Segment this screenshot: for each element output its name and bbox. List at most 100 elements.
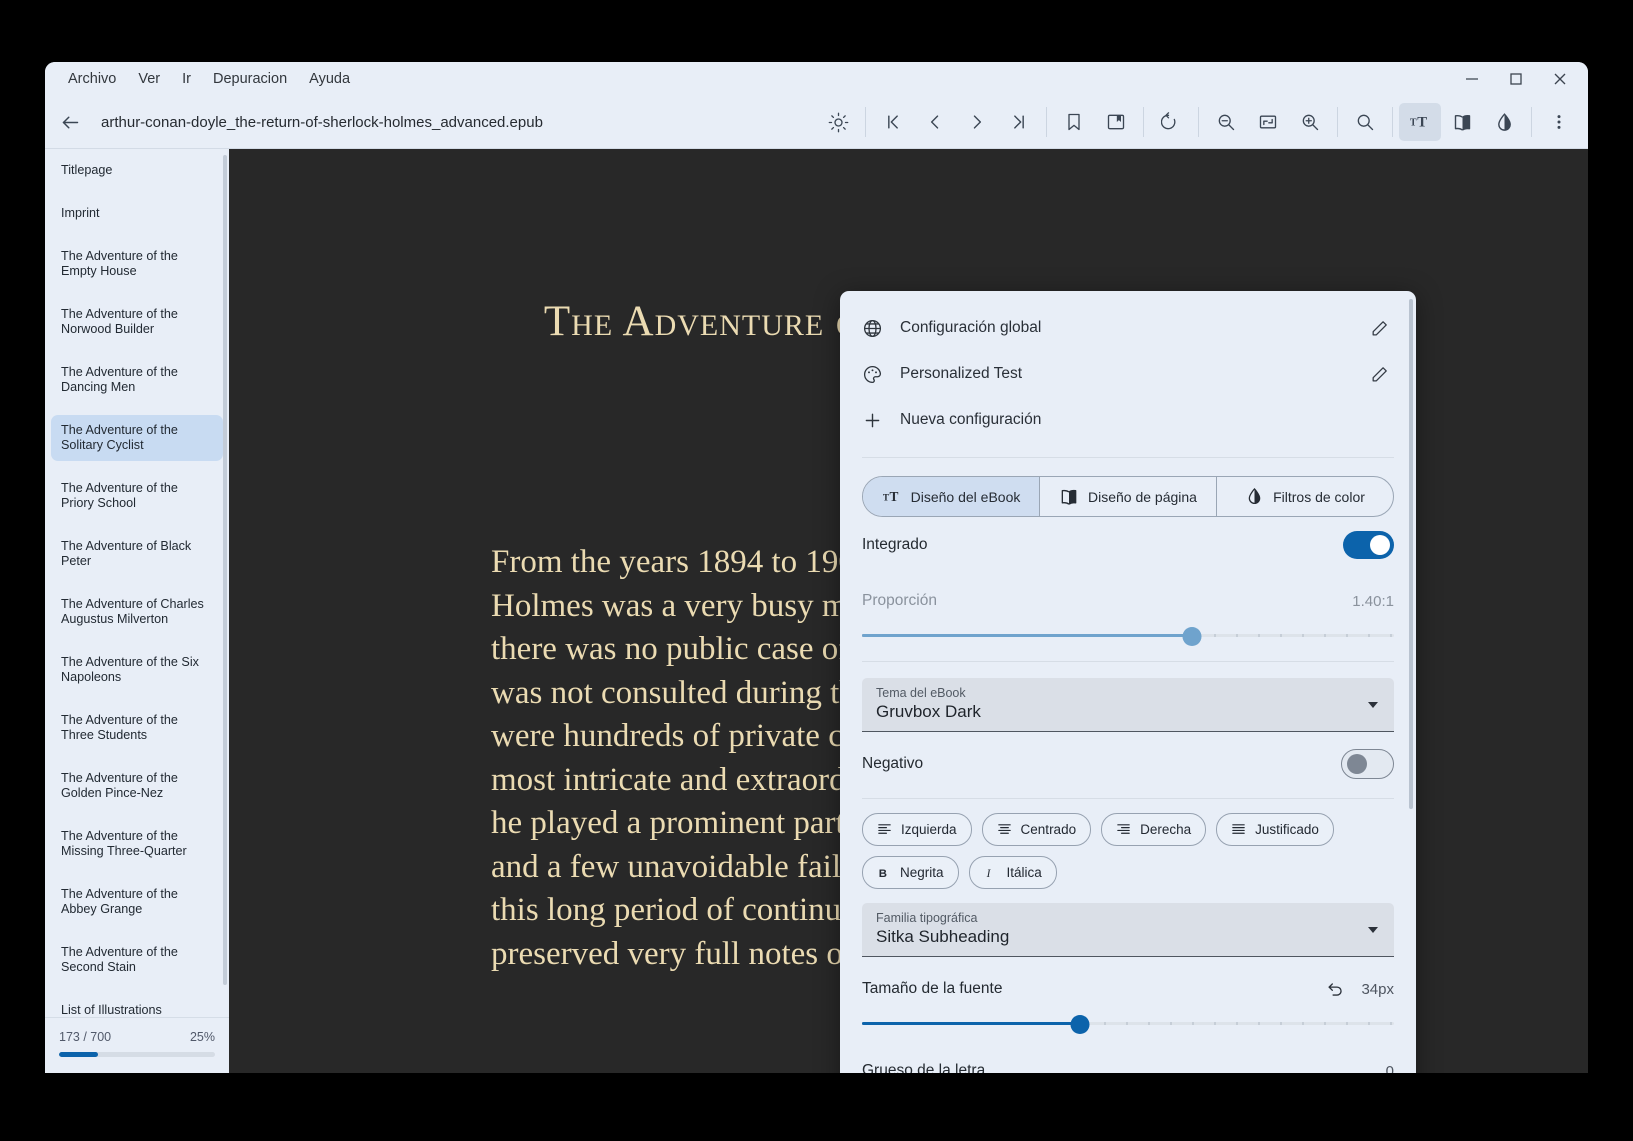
- edit-pencil-icon[interactable]: [1364, 359, 1394, 389]
- font-size-label: Tamaño de la fuente: [862, 980, 1002, 998]
- integrado-label: Integrado: [862, 536, 928, 554]
- font-size-value: 34px: [1361, 981, 1394, 998]
- toc-item-six-napoleons[interactable]: The Adventure of the Six Napoleons: [51, 647, 223, 693]
- toc-item-abbey-grange[interactable]: The Adventure of the Abbey Grange: [51, 879, 223, 925]
- zoom-group: [1205, 103, 1331, 141]
- maximize-icon[interactable]: [1494, 64, 1538, 94]
- align-left-button[interactable]: Izquierda: [862, 813, 972, 846]
- menu-depuracion[interactable]: Depuracion: [202, 67, 298, 91]
- color-filter-icon: [1245, 487, 1264, 506]
- toc-scrollbar[interactable]: [223, 155, 227, 985]
- font-size-section: Tamaño de la fuente 34px: [840, 961, 1416, 1073]
- svg-text:T: T: [889, 489, 898, 504]
- brightness-icon[interactable]: [817, 103, 859, 141]
- negativo-toggle[interactable]: [1341, 749, 1394, 779]
- toc-item-three-students[interactable]: The Adventure of the Three Students: [51, 705, 223, 751]
- display-settings-panel: Configuración global Personalized Test: [840, 291, 1416, 1073]
- last-page-icon[interactable]: [998, 103, 1040, 141]
- first-page-icon[interactable]: [872, 103, 914, 141]
- font-family-value: Sitka Subheading: [876, 927, 1380, 947]
- toc-item-empty-house[interactable]: The Adventure of the Empty House: [51, 241, 223, 287]
- align-center-button[interactable]: Centrado: [982, 813, 1092, 846]
- proporcion-slider[interactable]: [862, 623, 1394, 649]
- font-family-select[interactable]: Familia tipográfica Sitka Subheading: [862, 903, 1394, 957]
- toc-item-solitary-cyclist[interactable]: The Adventure of the Solitary Cyclist: [51, 415, 223, 461]
- ebook-theme-select[interactable]: Tema del eBook Gruvbox Dark: [862, 678, 1394, 732]
- bookmark-list-icon[interactable]: [1095, 103, 1137, 141]
- italic-label: Itálica: [1007, 865, 1042, 880]
- text-settings-icon[interactable]: TT: [1399, 103, 1441, 141]
- toc-item-missing-three-quarter[interactable]: The Adventure of the Missing Three-Quart…: [51, 821, 223, 867]
- tab-color-filters[interactable]: Filtros de color: [1217, 477, 1393, 516]
- more-options-icon[interactable]: [1538, 103, 1580, 141]
- zoom-in-icon[interactable]: [1289, 103, 1331, 141]
- font-weight-label: Grueso de la letra: [862, 1062, 985, 1073]
- align-center-icon: [997, 822, 1012, 837]
- align-right-icon: [1116, 822, 1131, 837]
- profile-label-global: Configuración global: [900, 319, 1364, 337]
- page-layout-icon[interactable]: [1441, 103, 1483, 141]
- close-icon[interactable]: [1538, 64, 1582, 94]
- next-page-icon[interactable]: [956, 103, 998, 141]
- progress-bar[interactable]: [59, 1052, 215, 1057]
- integrado-section: Integrado Proporción 1.40:1: [840, 517, 1416, 655]
- align-left-label: Izquierda: [901, 822, 957, 837]
- svg-text:T: T: [882, 492, 888, 502]
- search-icon[interactable]: [1344, 103, 1386, 141]
- slider-thumb[interactable]: [1182, 627, 1201, 646]
- zoom-out-icon[interactable]: [1205, 103, 1247, 141]
- bold-button[interactable]: B Negrita: [862, 856, 959, 889]
- menu-archivo[interactable]: Archivo: [57, 67, 127, 91]
- toc-item-black-peter[interactable]: The Adventure of Black Peter: [51, 531, 223, 577]
- toc-item-priory-school[interactable]: The Adventure of the Priory School: [51, 473, 223, 519]
- previous-page-icon[interactable]: [914, 103, 956, 141]
- menu-ver[interactable]: Ver: [127, 67, 171, 91]
- new-profile-button[interactable]: Nueva configuración: [862, 397, 1394, 443]
- toc-item-imprint[interactable]: Imprint: [51, 198, 223, 229]
- reset-icon[interactable]: [1326, 980, 1345, 999]
- panel-scrollbar[interactable]: [1409, 299, 1413, 809]
- toc-item-list-of-illustrations[interactable]: List of Illustrations: [51, 995, 223, 1017]
- align-justify-button[interactable]: Justificado: [1216, 813, 1334, 846]
- toolbar-divider: [865, 107, 866, 137]
- align-left-icon: [877, 822, 892, 837]
- align-right-button[interactable]: Derecha: [1101, 813, 1206, 846]
- italic-button[interactable]: I Itálica: [969, 856, 1057, 889]
- app-window: Archivo Ver Ir Depuracion Ayuda: [45, 62, 1588, 1073]
- profile-label-personalized: Personalized Test: [900, 365, 1364, 383]
- toc-item-golden-pince-nez[interactable]: The Adventure of the Golden Pince-Nez: [51, 763, 223, 809]
- progress-bar-fill: [59, 1052, 98, 1057]
- chevron-down-icon: [1368, 702, 1378, 708]
- toc-item-second-stain[interactable]: The Adventure of the Second Stain: [51, 937, 223, 983]
- menu-ir[interactable]: Ir: [171, 67, 202, 91]
- sidebar: Titlepage Imprint The Adventure of the E…: [45, 149, 229, 1073]
- chevron-down-icon: [1368, 927, 1378, 933]
- align-right-label: Derecha: [1140, 822, 1191, 837]
- toc-item-norwood-builder[interactable]: The Adventure of the Norwood Builder: [51, 299, 223, 345]
- color-filter-icon[interactable]: [1483, 103, 1525, 141]
- settings-tabs-wrap: TT Diseño del eBook Diseño de página: [840, 464, 1416, 517]
- back-arrow-icon[interactable]: [49, 103, 91, 141]
- toc-item-charles-augustus-milverton[interactable]: The Adventure of Charles Augustus Milver…: [51, 589, 223, 635]
- minimize-icon[interactable]: [1450, 64, 1494, 94]
- edit-pencil-icon[interactable]: [1364, 313, 1394, 343]
- toolbar-divider: [1337, 107, 1338, 137]
- toc-item-titlepage[interactable]: Titlepage: [51, 155, 223, 186]
- profile-row-personalized[interactable]: Personalized Test: [862, 351, 1394, 397]
- negativo-section: Negativo: [840, 736, 1416, 792]
- slider-thumb[interactable]: [1071, 1015, 1090, 1034]
- font-size-slider[interactable]: [862, 1011, 1394, 1037]
- globe-icon: [862, 318, 892, 339]
- profile-row-global[interactable]: Configuración global: [862, 305, 1394, 351]
- font-weight-row: Grueso de la letra 0: [862, 1043, 1394, 1073]
- tab-page-design[interactable]: Diseño de página: [1040, 477, 1217, 516]
- display-settings-group: TT: [1399, 103, 1525, 141]
- bookmark-icon[interactable]: [1053, 103, 1095, 141]
- tab-ebook-design[interactable]: TT Diseño del eBook: [863, 477, 1040, 516]
- integrado-row: Integrado: [862, 517, 1394, 573]
- menu-ayuda[interactable]: Ayuda: [298, 67, 361, 91]
- fit-page-icon[interactable]: [1247, 103, 1289, 141]
- toc-item-dancing-men[interactable]: The Adventure of the Dancing Men: [51, 357, 223, 403]
- integrado-toggle[interactable]: [1343, 531, 1394, 559]
- rotate-icon[interactable]: [1150, 103, 1192, 141]
